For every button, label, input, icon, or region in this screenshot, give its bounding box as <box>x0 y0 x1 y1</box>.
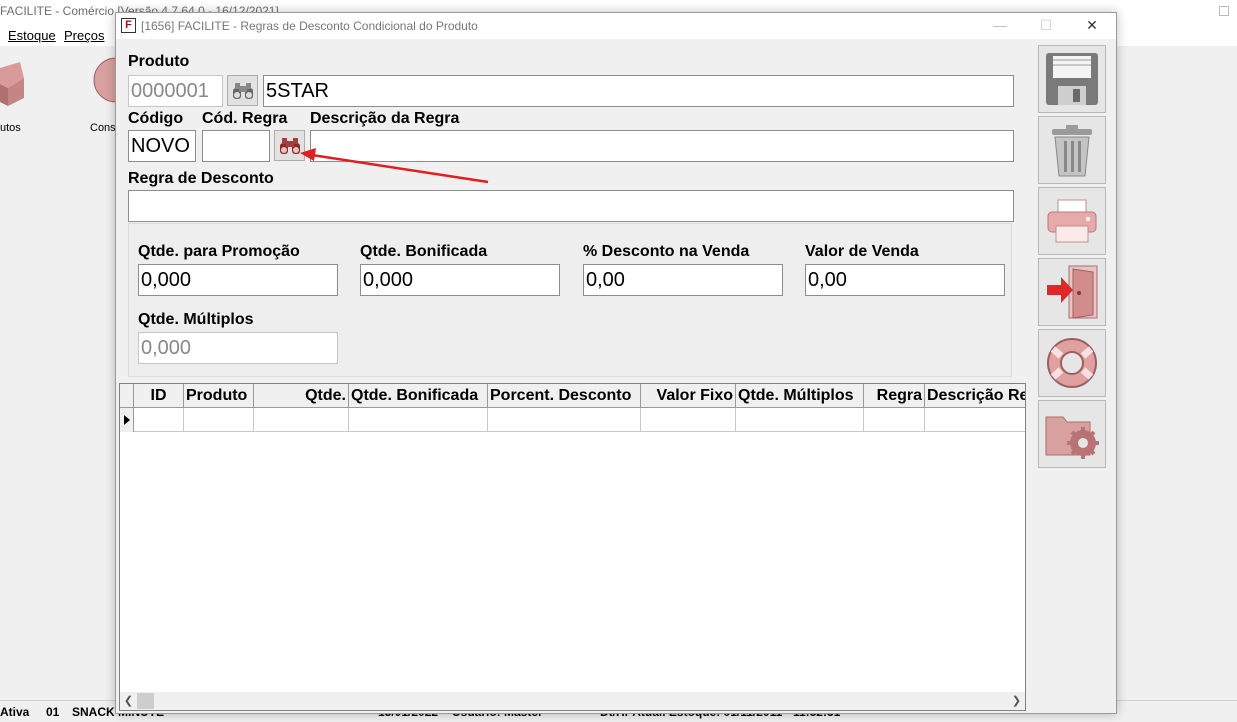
cell-valor-fixo[interactable] <box>641 408 736 432</box>
cell-descricao-regra[interactable] <box>925 408 1025 432</box>
cell-produto[interactable] <box>184 408 254 432</box>
col-valor-fixo[interactable]: Valor Fixo <box>641 384 736 408</box>
background-icon-label-produtos: utos <box>0 122 21 134</box>
background-consulta-icon[interactable] <box>92 56 139 104</box>
settings-button[interactable] <box>1038 400 1106 468</box>
save-icon <box>1046 53 1098 105</box>
scroll-left-icon[interactable]: ❮ <box>120 692 137 710</box>
cell-regra[interactable] <box>864 408 925 432</box>
help-button[interactable] <box>1038 329 1106 397</box>
regra-search-button[interactable] <box>274 130 305 161</box>
regra-desconto-label: Regra de Desconto <box>128 170 274 187</box>
background-products-icon[interactable] <box>0 58 24 108</box>
table-row[interactable] <box>120 408 1025 432</box>
discount-rules-dialog: F [1656] FACILITE - Regras de Desconto C… <box>115 12 1117 714</box>
col-porcent-desconto[interactable]: Porcent. Desconto <box>488 384 641 408</box>
delete-button[interactable] <box>1038 116 1106 184</box>
status-ativa: Ativa <box>0 705 30 719</box>
col-qtde-bonificada[interactable]: Qtde. Bonificada <box>349 384 488 408</box>
cod-regra-field[interactable] <box>202 130 270 162</box>
codigo-label: Código <box>128 110 184 127</box>
app-logo-icon: F <box>121 18 136 33</box>
col-produto[interactable]: Produto <box>184 384 254 408</box>
scroll-right-icon[interactable]: ❯ <box>1008 692 1025 710</box>
printer-icon <box>1047 199 1097 243</box>
qtde-promocao-field[interactable]: 0,000 <box>138 264 338 296</box>
folder-gear-icon <box>1045 416 1099 459</box>
background-icon-label-consulta: Cons <box>90 122 116 134</box>
status-empresa-code: 01 <box>46 705 60 719</box>
col-qtde[interactable]: Qtde. <box>254 384 349 408</box>
col-regra[interactable]: Regra <box>864 384 925 408</box>
regra-desconto-field[interactable] <box>128 190 1014 222</box>
discount-rules-grid[interactable]: ID Produto Qtde. Qtde. Bonificada Porcen… <box>119 383 1026 711</box>
qtde-bonificada-field[interactable]: 0,000 <box>360 264 560 296</box>
promotion-panel: Qtde. para Promoção 0,000 Qtde. Bonifica… <box>128 223 1012 377</box>
cell-qtde-multiplos[interactable] <box>736 408 864 432</box>
grid-corner <box>120 384 134 408</box>
grid-header: ID Produto Qtde. Qtde. Bonificada Porcen… <box>120 384 1025 408</box>
col-qtde-multiplos[interactable]: Qtde. Múltiplos <box>736 384 864 408</box>
valor-venda-field[interactable]: 0,00 <box>805 264 1005 296</box>
desconto-venda-label: % Desconto na Venda <box>583 243 750 260</box>
col-id[interactable]: ID <box>134 384 184 408</box>
produto-description-field[interactable]: 5STAR <box>263 75 1014 107</box>
menu-precos[interactable]: Preços <box>64 28 104 43</box>
maximize-button[interactable]: ☐ <box>1023 13 1069 39</box>
valor-venda-label: Valor de Venda <box>805 243 919 260</box>
produto-label: Produto <box>128 53 190 70</box>
cell-porcent-desconto[interactable] <box>488 408 641 432</box>
qtde-multiplos-label: Qtde. Múltiplos <box>138 311 254 328</box>
lifebuoy-icon <box>1047 338 1097 388</box>
binoculars-icon <box>233 83 253 99</box>
col-descricao-regra[interactable]: Descrição Re <box>925 384 1025 408</box>
produto-search-button[interactable] <box>227 75 258 106</box>
qtde-bonificada-label: Qtde. Bonificada <box>360 243 488 260</box>
dialog-title: [1656] FACILITE - Regras de Desconto Con… <box>141 19 478 33</box>
cell-qtde-bonificada[interactable] <box>349 408 488 432</box>
horizontal-scrollbar[interactable]: ❮ ❯ <box>120 692 1025 710</box>
produto-code-field[interactable]: 0000001 <box>128 75 223 107</box>
row-indicator-icon <box>120 408 134 432</box>
menu-estoque[interactable]: Estoque <box>8 28 56 43</box>
qtde-multiplos-field[interactable]: 0,000 <box>138 332 338 364</box>
desconto-venda-field[interactable]: 0,00 <box>583 264 783 296</box>
descricao-regra-label: Descrição da Regra <box>310 110 460 127</box>
cell-qtde[interactable] <box>254 408 349 432</box>
close-button[interactable]: ✕ <box>1069 13 1115 39</box>
cell-id[interactable] <box>134 408 184 432</box>
exit-door-icon <box>1047 265 1098 319</box>
trash-icon <box>1052 125 1092 177</box>
exit-button[interactable] <box>1038 258 1106 326</box>
qtde-promocao-label: Qtde. para Promoção <box>138 243 300 260</box>
minimize-button[interactable]: — <box>977 13 1023 39</box>
save-button[interactable] <box>1038 45 1106 113</box>
descricao-regra-field[interactable] <box>310 130 1014 162</box>
print-button[interactable] <box>1038 187 1106 255</box>
dialog-titlebar: F [1656] FACILITE - Regras de Desconto C… <box>116 13 1116 39</box>
scroll-thumb[interactable] <box>137 693 154 709</box>
codigo-field[interactable]: NOVO <box>128 130 196 162</box>
binoculars-icon <box>280 138 300 154</box>
background-restore-icon[interactable] <box>1219 6 1229 16</box>
cod-regra-label: Cód. Regra <box>202 110 288 127</box>
